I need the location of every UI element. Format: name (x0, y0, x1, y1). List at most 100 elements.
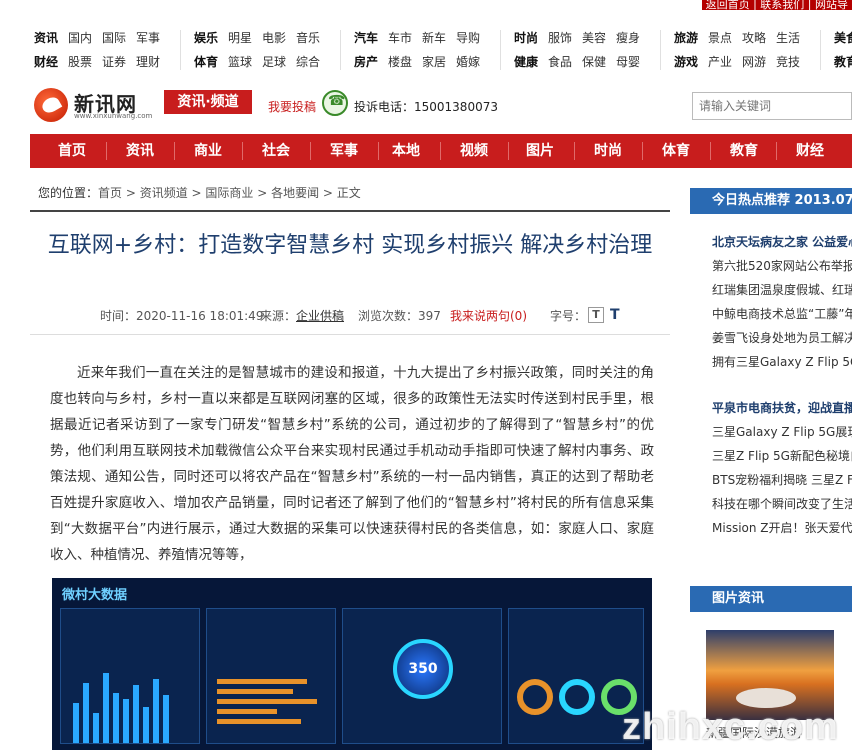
hot-item[interactable]: 三星Galaxy Z Flip 5G展现 (712, 420, 852, 444)
category-link[interactable]: 美容 (582, 26, 606, 50)
hot-item[interactable]: 第六批520家网站公布举报 (712, 254, 852, 278)
category-link[interactable]: 保健 (582, 50, 606, 74)
category-link[interactable]: 资讯 (34, 26, 58, 50)
category-link[interactable]: 旅游 (674, 26, 698, 50)
logo-icon (34, 88, 68, 122)
nav-item-finance[interactable]: 财经 (776, 134, 844, 168)
hot-item[interactable]: BTS宠粉福利揭晓 三星Z F (712, 468, 852, 492)
chart-bar (217, 719, 301, 724)
site-logo[interactable]: 新讯网 www.xinxunwang.com (34, 86, 164, 124)
category-link[interactable]: 足球 (262, 50, 286, 74)
hot-list: 平泉市电商扶贫，迎战直播 三星Galaxy Z Flip 5G展现 三星Z Fl… (712, 396, 852, 540)
main-nav: 首页 资讯 商业 社会 军事 本地 视频 图片 时尚 体育 教育 财经 (30, 134, 852, 168)
chart-bar (113, 693, 119, 743)
category-link[interactable]: 游戏 (674, 50, 698, 74)
chart-bar (217, 679, 307, 684)
category-link[interactable]: 汽车 (354, 26, 378, 50)
nav-item-military[interactable]: 军事 (310, 134, 378, 168)
divider (340, 30, 341, 70)
nav-item-news[interactable]: 资讯 (106, 134, 174, 168)
category-link[interactable]: 婚嫁 (456, 50, 480, 74)
category-link[interactable]: 明星 (228, 26, 252, 50)
nav-item-business[interactable]: 商业 (174, 134, 242, 168)
nav-item-local[interactable]: 本地 (372, 134, 440, 168)
category-group-news: 资讯 国内 国际 军事 财经 股票 证券 理财 (34, 26, 170, 74)
category-link[interactable]: 股票 (68, 50, 92, 74)
hot-item[interactable]: 三星Z Flip 5G新配色秘境白 (712, 444, 852, 468)
category-group-travel: 旅游 景点 攻略 生活 游戏 产业 网游 竞技 (674, 26, 810, 74)
breadcrumb-path[interactable]: 首页 > 资讯频道 > 国际商业 > 各地要闻 > 正文 (98, 186, 361, 200)
hot-item[interactable]: 中鲸电商技术总监“工藤”年 (712, 302, 852, 326)
search-input[interactable] (692, 92, 852, 120)
hot-item[interactable]: Mission Z开启！张天爱代号 (712, 516, 852, 540)
divider (30, 334, 670, 335)
source-label: 来源： (260, 309, 297, 323)
category-link[interactable]: 音乐 (296, 26, 320, 50)
font-small-button[interactable]: T (588, 307, 604, 323)
dashboard-gauge: 350 (393, 639, 453, 699)
category-link[interactable]: 娱乐 (194, 26, 218, 50)
category-group-food: 美食 教育 (834, 26, 852, 74)
category-link[interactable]: 时尚 (514, 26, 538, 50)
nav-item-pictures[interactable]: 图片 (506, 134, 574, 168)
category-link[interactable]: 国际 (102, 26, 126, 50)
category-link[interactable]: 产业 (708, 50, 732, 74)
hot-item[interactable]: 北京天坛病友之家 公益爱心 (712, 230, 852, 254)
category-link[interactable]: 母婴 (616, 50, 640, 74)
category-link[interactable]: 综合 (296, 50, 320, 74)
category-link[interactable]: 网游 (742, 50, 766, 74)
category-link[interactable]: 房产 (354, 50, 378, 74)
category-nav: 资讯 国内 国际 军事 财经 股票 证券 理财 娱乐 明星 电影 音乐 体育 篮球 足球 综合 汽车 车市… (30, 22, 852, 78)
hot-item[interactable]: 平泉市电商扶贫，迎战直播 (712, 396, 852, 420)
donut-chart (517, 679, 553, 715)
category-link[interactable]: 教育 (834, 50, 852, 74)
site-header: 新讯网 www.xinxunwang.com 资讯·频道 我要投稿 投诉电话：1… (30, 84, 852, 128)
category-link[interactable]: 生活 (776, 26, 800, 50)
hot-item[interactable]: 科技在哪个瞬间改变了生活 (712, 492, 852, 516)
chart-bar (123, 699, 129, 743)
contribute-link[interactable]: 我要投稿 (268, 98, 316, 115)
category-link[interactable]: 军事 (136, 26, 160, 50)
category-link[interactable]: 导购 (456, 26, 480, 50)
chart-bar (143, 707, 149, 743)
category-link[interactable]: 食品 (548, 50, 572, 74)
category-link[interactable]: 体育 (194, 50, 218, 74)
article-meta: 时间：2020-11-16 18:01:49 来源： 企业供稿 浏览次数：397… (30, 307, 670, 325)
hot-item[interactable]: 姜雪飞设身处地为员工解决 (712, 326, 852, 350)
category-link[interactable]: 篮球 (228, 50, 252, 74)
nav-item-sports[interactable]: 体育 (642, 134, 710, 168)
nav-item-home[interactable]: 首页 (38, 134, 106, 168)
category-link[interactable]: 瘦身 (616, 26, 640, 50)
chart-bar (163, 695, 169, 743)
category-link[interactable]: 楼盘 (388, 50, 412, 74)
dashboard-title: 微村大数据 (62, 588, 128, 603)
category-link[interactable]: 新车 (422, 26, 446, 50)
category-link[interactable]: 竞技 (776, 50, 800, 74)
source-link[interactable]: 企业供稿 (296, 307, 344, 324)
font-size-label: 字号： (550, 309, 587, 323)
category-link[interactable]: 服饰 (548, 26, 572, 50)
nav-item-society[interactable]: 社会 (242, 134, 310, 168)
category-group-entertainment: 娱乐 明星 电影 音乐 体育 篮球 足球 综合 (194, 26, 330, 74)
category-link[interactable]: 车市 (388, 26, 412, 50)
category-link[interactable]: 健康 (514, 50, 538, 74)
nav-item-education[interactable]: 教育 (710, 134, 778, 168)
category-link[interactable]: 证券 (102, 50, 126, 74)
category-link[interactable]: 国内 (68, 26, 92, 50)
top-links[interactable]: 返回首页 | 联系我们 | 网站导 (701, 0, 852, 10)
category-link[interactable]: 景点 (708, 26, 732, 50)
channel-badge: 资讯·频道 (164, 90, 252, 114)
nav-item-video[interactable]: 视频 (440, 134, 508, 168)
font-large-button[interactable]: T (610, 307, 620, 323)
nav-item-fashion[interactable]: 时尚 (574, 134, 642, 168)
category-link[interactable]: 美食 (834, 26, 852, 50)
category-link[interactable]: 攻略 (742, 26, 766, 50)
hot-item[interactable]: 红瑞集团温泉度假城、红瑞 (712, 278, 852, 302)
category-link[interactable]: 家居 (422, 50, 446, 74)
hot-item[interactable]: 拥有三星Galaxy Z Flip 5G (712, 350, 852, 374)
category-link[interactable]: 电影 (262, 26, 286, 50)
chart-bar (217, 709, 277, 714)
comment-link[interactable]: 我来说两句(0) (450, 307, 527, 324)
category-link[interactable]: 财经 (34, 50, 58, 74)
category-link[interactable]: 理财 (136, 50, 160, 74)
